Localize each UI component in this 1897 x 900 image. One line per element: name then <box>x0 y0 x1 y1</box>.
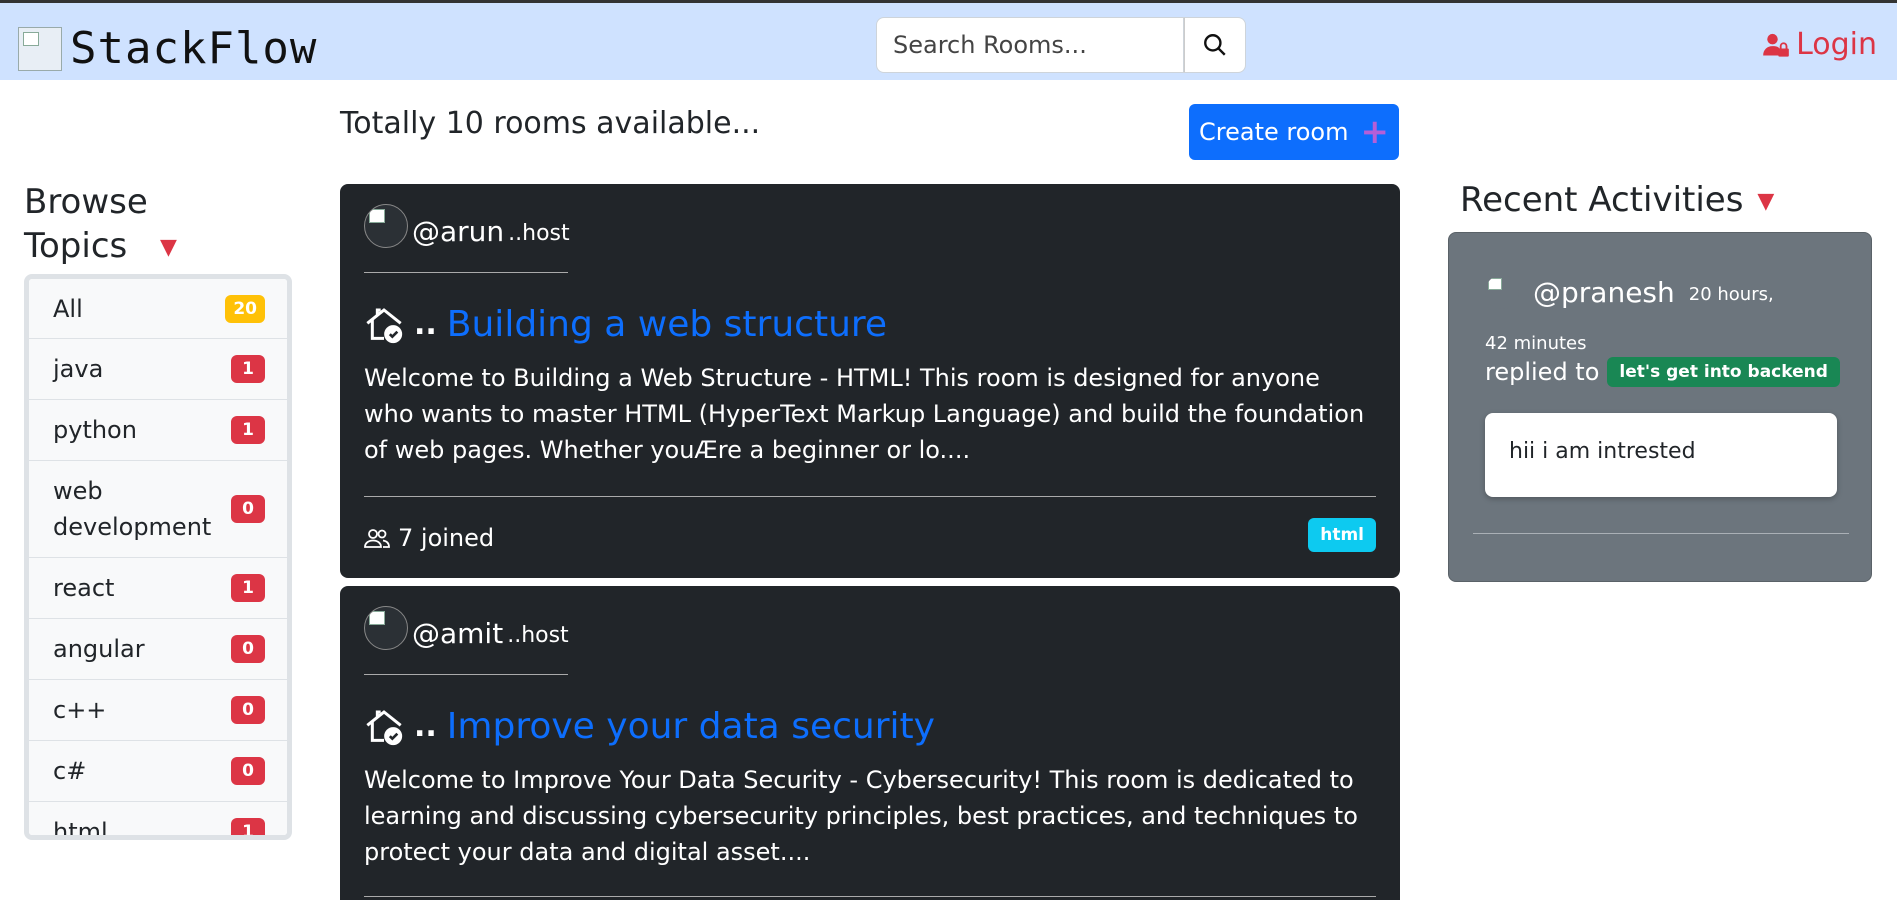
navbar: StackFlow Login <box>0 0 1897 80</box>
create-room-label: Create room <box>1199 118 1349 146</box>
topic-name: python <box>53 416 137 444</box>
topic-item-python[interactable]: python 1 <box>29 400 287 461</box>
topics-list: All 20 java 1 python 1 web development 0… <box>24 274 292 840</box>
rooms-count-heading: Totally 10 rooms available... <box>340 106 761 141</box>
room-topic-badge[interactable]: html <box>1308 518 1376 552</box>
host-tag: ..host <box>508 221 570 246</box>
topic-count-badge: 1 <box>231 818 265 835</box>
search-input[interactable] <box>876 17 1184 73</box>
host-username: @arun <box>412 215 505 248</box>
host-username: @amit <box>412 617 504 650</box>
recent-activities-heading: Recent Activities ▼ <box>1460 180 1774 220</box>
topic-item-java[interactable]: java 1 <box>29 339 287 400</box>
title-prefix: .. <box>414 307 437 342</box>
activity-action: replied to let's get into backend <box>1485 357 1840 387</box>
topic-name: react <box>53 574 115 602</box>
topic-count-badge: 0 <box>231 696 265 724</box>
card-divider <box>364 896 1376 897</box>
room-description: Welcome to Improve Your Data Security - … <box>364 766 1358 866</box>
topic-name: angular <box>53 635 145 663</box>
topic-name: java <box>53 355 104 383</box>
topic-item-cpp[interactable]: c++ 0 <box>29 680 287 741</box>
avatar <box>364 606 408 650</box>
room-card: @arun ..host .. Building a web structure… <box>340 184 1400 578</box>
page: StackFlow Login Browse Topics ▼ All 20 ja… <box>0 0 1897 900</box>
user-lock-icon <box>1763 33 1789 57</box>
browse-topics-heading: Browse Topics ▼ <box>24 180 177 270</box>
topic-item-react[interactable]: react 1 <box>29 558 287 619</box>
room-description: Welcome to Building a Web Structure - HT… <box>364 364 1365 464</box>
room-card: @amit ..host .. Improve your data securi… <box>340 586 1400 900</box>
caret-down-icon: ▼ <box>1757 189 1775 214</box>
search-form <box>876 17 1246 73</box>
topic-count-badge: 0 <box>231 635 265 663</box>
joined-count: 7 joined <box>398 524 495 552</box>
topic-item-angular[interactable]: angular 0 <box>29 619 287 680</box>
topic-count-badge: 1 <box>231 574 265 602</box>
room-title-row: .. Building a web structure <box>364 304 887 345</box>
topic-count-badge: 0 <box>231 495 265 523</box>
brand-name: StackFlow <box>70 23 318 74</box>
topic-count-badge: 1 <box>231 355 265 383</box>
activity-room-badge[interactable]: let's get into backend <box>1607 357 1840 387</box>
browse-topics-title: Browse Topics <box>24 182 148 266</box>
search-icon <box>1204 34 1226 56</box>
topic-count-badge: 20 <box>225 294 265 323</box>
activity-action-text: replied to <box>1485 358 1600 386</box>
brand-link[interactable]: StackFlow <box>18 23 317 74</box>
activity-username[interactable]: @pranesh <box>1533 276 1675 309</box>
room-participants: 7 joined <box>364 524 494 552</box>
avatar <box>364 204 408 248</box>
logo-image <box>18 26 62 71</box>
login-link[interactable]: Login <box>1762 27 1877 62</box>
caret-down-icon: ▼ <box>160 234 177 260</box>
host-tag: ..host <box>507 623 569 648</box>
login-label: Login <box>1796 27 1877 62</box>
host-divider <box>364 674 568 675</box>
card-divider <box>364 496 1376 497</box>
topic-item-html[interactable]: html 1 <box>29 802 287 840</box>
topic-name: c++ <box>53 696 107 724</box>
search-button[interactable] <box>1184 17 1246 73</box>
topic-item-web-development[interactable]: web development 0 <box>29 461 287 558</box>
topic-name: All <box>53 294 83 323</box>
activity-time: 20 hours, <box>1688 284 1774 305</box>
avatar <box>1485 275 1519 309</box>
people-icon <box>364 529 390 548</box>
create-room-button[interactable]: Create room + <box>1189 104 1399 160</box>
activity-header: @pranesh 20 hours, <box>1485 275 1774 309</box>
host-divider <box>364 272 568 273</box>
recent-activities-title: Recent Activities <box>1460 180 1744 220</box>
topic-count-badge: 1 <box>231 416 265 444</box>
topic-name: web development <box>53 477 212 541</box>
topic-name: c# <box>53 757 87 785</box>
activity-divider <box>1473 533 1849 534</box>
home-check-icon <box>366 709 403 745</box>
title-prefix: .. <box>414 709 437 744</box>
recent-activities-panel: @pranesh 20 hours, 42 minutes replied to… <box>1448 232 1872 582</box>
topic-name: html <box>53 818 108 840</box>
activity-time-cont: 42 minutes <box>1485 333 1587 354</box>
topic-item-all[interactable]: All 20 <box>29 279 287 339</box>
topic-item-csharp[interactable]: c# 0 <box>29 741 287 802</box>
room-host[interactable]: @arun ..host <box>364 204 570 248</box>
room-title-row: .. Improve your data security <box>364 706 935 747</box>
plus-icon: + <box>1360 112 1389 152</box>
activity-message: hii i am intrested <box>1485 413 1837 497</box>
room-title-link[interactable]: Building a web structure <box>447 304 887 345</box>
home-check-icon <box>366 307 403 343</box>
room-title-link[interactable]: Improve your data security <box>447 706 935 747</box>
topic-count-badge: 0 <box>231 757 265 785</box>
room-host[interactable]: @amit ..host <box>364 606 569 650</box>
